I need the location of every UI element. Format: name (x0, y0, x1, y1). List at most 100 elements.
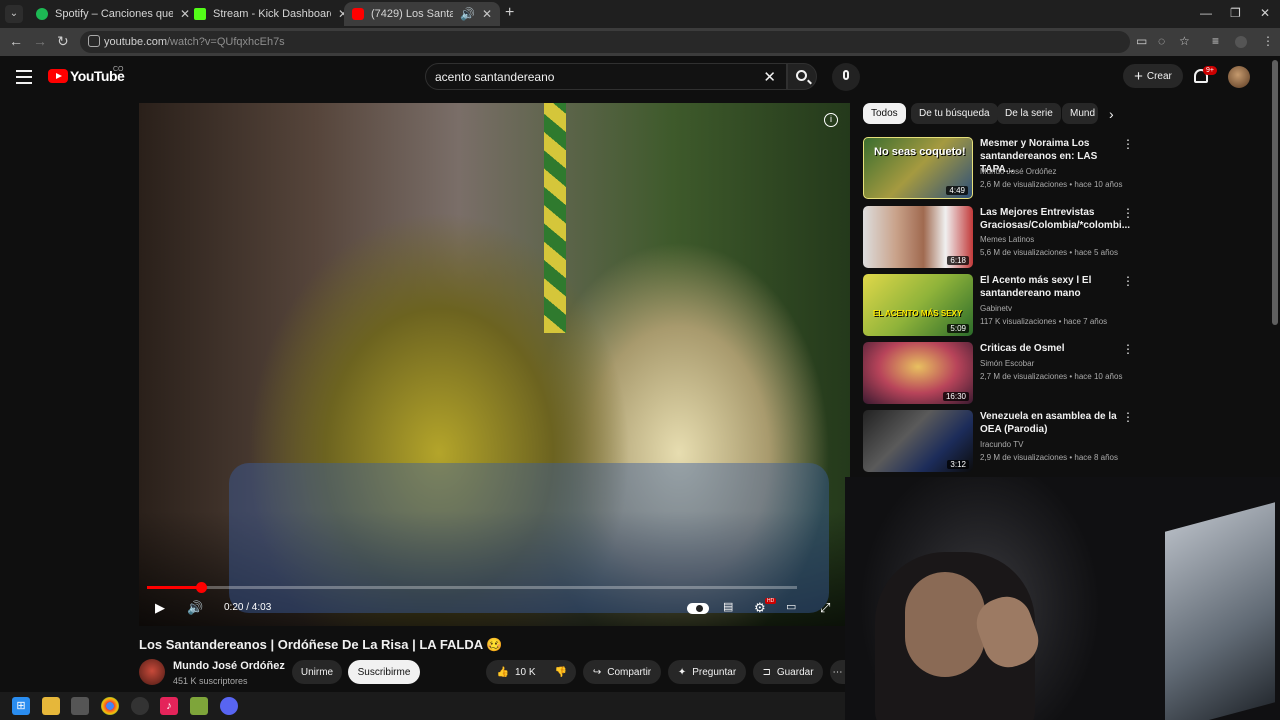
info-icon[interactable]: i (824, 113, 838, 127)
more-options-icon[interactable]: ⋮ (1122, 342, 1134, 356)
dislike-button[interactable]: 👎 (546, 660, 576, 684)
youtube-logo[interactable]: YouTube CO (48, 66, 125, 84)
bookmark-star-icon[interactable]: ☆ (1179, 34, 1190, 48)
minimize-icon[interactable]: — (1200, 6, 1212, 20)
tab-spotify[interactable]: Spotify – Canciones que te gust ✕ (28, 2, 198, 26)
app-icon[interactable] (131, 697, 149, 715)
recommendation-item[interactable]: 16:30 Criticas de Osmel Simón Escobar 2,… (863, 342, 1134, 404)
chrome-icon[interactable] (101, 697, 119, 715)
profile-icon[interactable] (1235, 36, 1247, 48)
menu-kebab-icon[interactable]: ⋮ (1262, 34, 1274, 48)
restore-icon[interactable]: ❐ (1230, 6, 1241, 20)
subtitles-icon[interactable]: ▤ (723, 600, 733, 613)
ask-button[interactable]: ✦ Preguntar (668, 660, 746, 684)
recommendation-channel[interactable]: Iracundo TV (980, 440, 1023, 449)
account-avatar[interactable] (1228, 66, 1250, 88)
eye-off-icon[interactable]: ◌ (1158, 34, 1165, 48)
subscriber-count: 451 K suscriptores (173, 676, 248, 686)
chip-mundo[interactable]: Mund (1062, 103, 1098, 124)
recommendation-item[interactable]: 3:12 Venezuela en asamblea de la OEA (Pa… (863, 410, 1134, 472)
recommendation-meta: 5,6 M de visualizaciones • hace 5 años (980, 248, 1118, 257)
settings-gear-icon[interactable]: ⚙ (754, 600, 766, 616)
clear-search-icon[interactable]: ✕ (763, 68, 776, 86)
forward-icon[interactable]: → (33, 33, 47, 49)
duration-badge: 5:09 (947, 324, 969, 333)
tab-kick-dashboard[interactable]: Stream - Kick Dashboard ✕ (186, 2, 356, 26)
media-controls-icon[interactable]: ≡ (1212, 34, 1219, 48)
tab-search-icon[interactable]: ⌄ (5, 5, 23, 23)
more-options-icon[interactable]: ⋮ (1122, 206, 1134, 220)
stack-app-icon[interactable] (190, 697, 208, 715)
recommendation-item[interactable]: EL ACENTO MÁS SEXY 5:09 El Acento más se… (863, 274, 1134, 336)
more-options-icon[interactable]: ⋮ (1122, 274, 1134, 288)
recommendation-meta: 2,7 M de visualizaciones • hace 10 años (980, 372, 1123, 381)
video-player[interactable]: i ▶ 🔊 0:20 / 4:03 ▤ ⚙ HD ▭ ⤢ (139, 103, 850, 626)
chevron-right-icon[interactable]: › (1109, 106, 1114, 122)
recommendation-channel[interactable]: Memes Latinos (980, 235, 1034, 244)
app-icon[interactable] (71, 697, 89, 715)
recommendation-title[interactable]: Venezuela en asamblea de la OEA (Parodia… (980, 410, 1120, 436)
close-tab-icon[interactable]: ✕ (482, 7, 492, 21)
site-info-icon[interactable] (88, 35, 100, 47)
new-tab-icon[interactable]: + (505, 4, 514, 22)
more-options-icon[interactable]: ⋮ (1122, 410, 1134, 424)
autoplay-toggle[interactable] (687, 603, 709, 614)
save-button[interactable]: ⊐ Guardar (753, 660, 823, 684)
search-query: acento santandereano (435, 70, 555, 84)
browser-tab-strip: ⌄ Spotify – Canciones que te gust ✕ Stre… (0, 0, 1280, 28)
theater-mode-icon[interactable]: ▭ (786, 600, 796, 613)
mic-icon (843, 70, 849, 80)
plus-icon: + (1134, 67, 1143, 85)
progress-bar[interactable] (147, 582, 797, 593)
windows-start-icon[interactable]: ⊞ (12, 697, 30, 715)
progress-played (147, 586, 201, 589)
recommendation-title[interactable]: Criticas de Osmel (980, 342, 1120, 355)
file-explorer-icon[interactable] (42, 697, 60, 715)
channel-name[interactable]: Mundo José Ordóñez (173, 660, 285, 672)
subscribe-button[interactable]: Suscribirme (348, 660, 420, 684)
volume-icon[interactable]: 🔊 (187, 600, 203, 616)
search-input[interactable]: acento santandereano ✕ (425, 63, 787, 90)
channel-avatar[interactable] (139, 659, 165, 685)
create-button[interactable]: + Crear (1123, 64, 1183, 88)
play-icon[interactable]: ▶ (155, 600, 165, 616)
hamburger-menu-icon[interactable] (16, 70, 32, 88)
reload-icon[interactable]: ↻ (57, 33, 69, 50)
video-thumbnail[interactable]: 3:12 (863, 410, 973, 472)
fullscreen-icon[interactable]: ⤢ (820, 600, 830, 616)
voice-search-button[interactable] (832, 63, 860, 91)
page-scrollbar[interactable] (1272, 60, 1278, 325)
duration-badge: 3:12 (947, 460, 969, 469)
share-button[interactable]: ↪ Compartir (583, 660, 661, 684)
recommendation-title[interactable]: Las Mejores Entrevistas Graciosas/Colomb… (980, 206, 1130, 232)
close-window-icon[interactable]: ✕ (1260, 6, 1270, 20)
back-icon[interactable]: ← (9, 33, 23, 49)
recommendation-title[interactable]: El Acento más sexy l El santandereano ma… (980, 274, 1120, 300)
recommendation-channel[interactable]: Gabinetv (980, 304, 1012, 313)
join-button[interactable]: Unirme (292, 660, 342, 684)
address-bar[interactable]: youtube.com/watch?v=QUfqxhcEh7s (80, 31, 1130, 53)
video-thumbnail[interactable]: 6:18 (863, 206, 973, 268)
video-thumbnail[interactable]: No seas coqueto! 4:49 (863, 137, 973, 199)
discord-icon[interactable] (220, 697, 238, 715)
chip-todos[interactable]: Todos (863, 103, 906, 124)
recommendation-channel[interactable]: Mundo José Ordóñez (980, 167, 1057, 176)
video-thumbnail[interactable]: EL ACENTO MÁS SEXY 5:09 (863, 274, 973, 336)
tab-youtube[interactable]: (7429) Los Santandereanos 🔊 ✕ (344, 2, 500, 26)
tiktok-icon[interactable]: ♪ (160, 697, 178, 715)
audio-playing-icon[interactable]: 🔊 (460, 7, 475, 21)
recommendation-item[interactable]: No seas coqueto! 4:49 Mesmer y Noraima L… (863, 137, 1134, 199)
more-options-icon[interactable]: ⋮ (1122, 137, 1134, 151)
like-button[interactable]: 👍 10 K (486, 660, 546, 684)
more-actions-button[interactable]: ⋯ (830, 660, 845, 684)
recommendation-item[interactable]: 6:18 Las Mejores Entrevistas Graciosas/C… (863, 206, 1134, 268)
cast-icon[interactable]: ▭ (1136, 34, 1147, 48)
webcam-overlay (845, 477, 1280, 720)
recommendation-channel[interactable]: Simón Escobar (980, 359, 1034, 368)
bookmark-icon: ⊐ (762, 666, 771, 678)
chip-de-tu-busqueda[interactable]: De tu búsqueda (911, 103, 998, 124)
chip-de-la-serie[interactable]: De la serie (997, 103, 1061, 124)
video-thumbnail[interactable]: 16:30 (863, 342, 973, 404)
search-button[interactable] (787, 63, 817, 90)
scrubber-handle[interactable] (195, 582, 207, 593)
